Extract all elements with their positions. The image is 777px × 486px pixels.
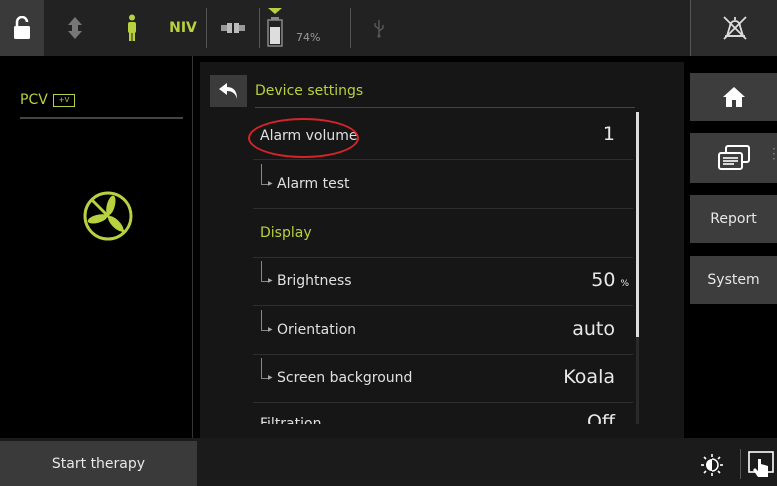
setting-row-alarm-test[interactable]: ▶ Alarm test <box>253 160 633 209</box>
page-title: Device settings <box>255 83 364 99</box>
touch-lock-button[interactable] <box>746 447 776 483</box>
battery-icon <box>267 8 283 47</box>
highlight-circle <box>248 118 359 158</box>
no-fan-icon <box>82 190 134 242</box>
battery-percent: 74% <box>296 30 321 44</box>
divider <box>740 449 741 479</box>
usb-icon <box>368 0 390 56</box>
lock-icon <box>14 16 30 39</box>
setting-label: Alarm test <box>277 176 350 192</box>
setting-value: Off <box>586 411 615 424</box>
section-display: Display <box>253 209 633 258</box>
niv-indicator: NIV <box>166 0 200 56</box>
mode-badge: +V <box>53 94 75 107</box>
back-button[interactable] <box>210 75 247 107</box>
brightness-value: 50 <box>591 269 616 291</box>
system-button[interactable]: System <box>690 256 777 304</box>
home-icon <box>722 87 745 107</box>
system-label: System <box>707 272 760 288</box>
left-panel <box>0 56 193 438</box>
setting-label: Orientation <box>277 322 357 338</box>
branch-arrow-icon: ▶ <box>268 180 273 187</box>
setting-label: Brightness <box>277 273 352 289</box>
brightness-button[interactable] <box>697 447 727 483</box>
mode-divider <box>20 117 183 119</box>
title-divider <box>255 107 635 108</box>
alarm-mute-button[interactable] <box>690 0 777 56</box>
divider <box>206 8 207 48</box>
more-dots-icon: · · · <box>772 142 776 166</box>
branch-arrow-icon: ▶ <box>268 374 273 381</box>
sort-arrows-icon <box>62 0 88 56</box>
battery-status: 74% <box>266 0 342 56</box>
section-label: Display <box>260 225 312 241</box>
brightness-icon <box>701 454 723 476</box>
report-button[interactable]: Report <box>690 195 777 243</box>
setting-row-orientation[interactable]: ▶ Orientation auto <box>253 306 633 355</box>
tube-connector-icon <box>214 0 252 56</box>
lock-button[interactable] <box>0 0 44 56</box>
setting-label: Filtration <box>260 416 322 424</box>
start-therapy-button[interactable]: Start therapy <box>0 441 197 486</box>
setting-value: Koala <box>563 366 615 388</box>
report-label: Report <box>710 211 757 227</box>
divider <box>259 8 260 48</box>
branch-arrow-icon: ▶ <box>268 326 273 333</box>
setting-label: Screen background <box>277 370 413 386</box>
branch-arrow-icon: ▶ <box>268 277 273 284</box>
setting-value: auto <box>572 318 615 340</box>
setting-row-filtration[interactable]: Filtration Off <box>253 403 633 424</box>
back-arrow-icon <box>218 83 237 99</box>
start-therapy-label: Start therapy <box>51 455 146 472</box>
setting-row-screen-background[interactable]: ▶ Screen background Koala <box>253 354 633 403</box>
screens-button[interactable] <box>690 133 777 183</box>
home-button[interactable] <box>690 73 777 121</box>
alarm-off-icon <box>722 16 747 40</box>
setting-value: 50% <box>591 269 629 291</box>
divider <box>350 8 351 48</box>
ventilation-mode: PCV <box>20 92 48 108</box>
setting-row-brightness[interactable]: ▶ Brightness 50% <box>253 257 633 306</box>
brightness-unit: % <box>620 279 629 289</box>
setting-value: 1 <box>602 123 615 145</box>
screens-icon <box>717 145 750 170</box>
touch-icon <box>748 451 774 477</box>
patient-icon <box>118 0 146 56</box>
scrollbar[interactable] <box>636 112 639 337</box>
niv-label: NIV <box>169 20 197 36</box>
